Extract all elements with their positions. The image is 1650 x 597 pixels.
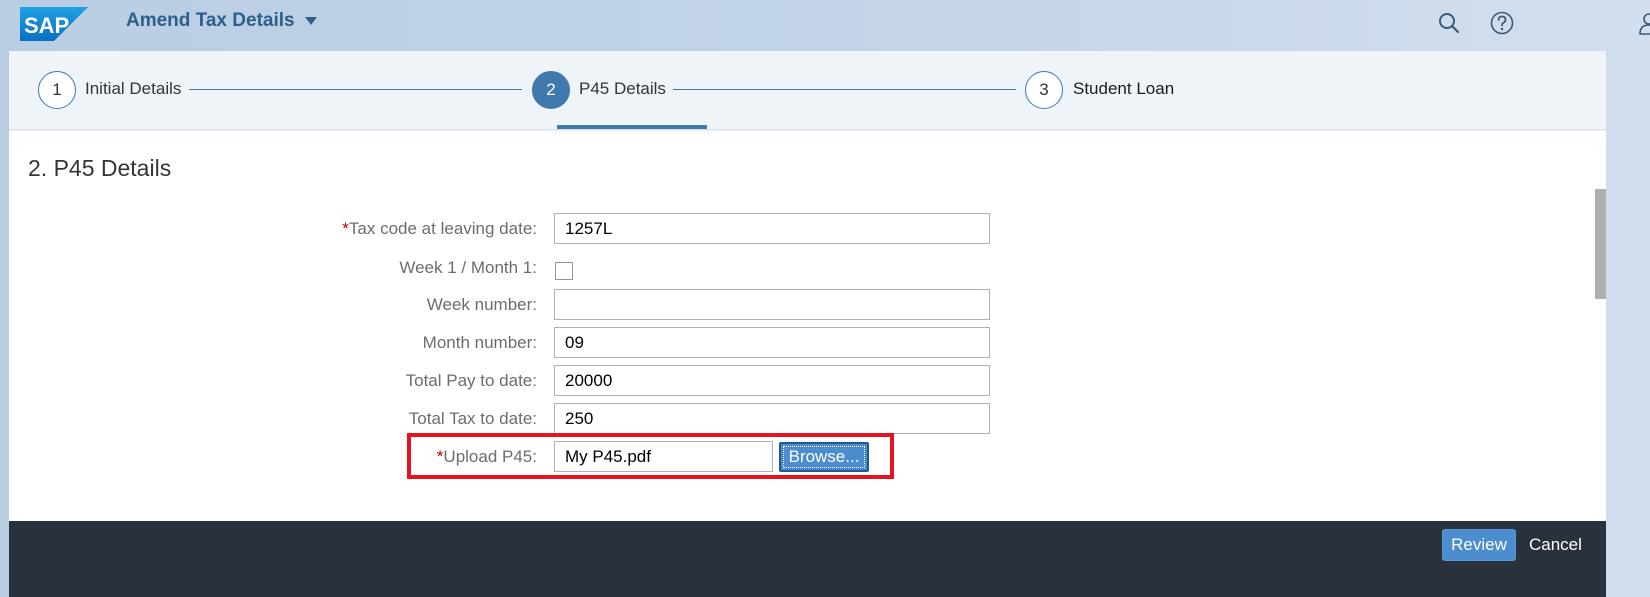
week1-month1-label: Week 1 / Month 1:: [399, 258, 537, 277]
step-1-circle[interactable]: 1: [38, 71, 76, 109]
total-tax-label: Total Tax to date:: [408, 409, 537, 428]
step-connector-1: [189, 89, 522, 90]
week-number-input[interactable]: [554, 289, 990, 320]
cancel-button[interactable]: Cancel: [1523, 529, 1588, 561]
scrollbar-thumb[interactable]: [1595, 189, 1606, 299]
step-2-label[interactable]: P45 Details: [579, 79, 666, 99]
step-2-circle[interactable]: 2: [532, 71, 570, 109]
total-tax-input[interactable]: 250: [554, 403, 990, 434]
wizard-progress-bar: 1 Initial Details 2 P45 Details 3 Studen…: [9, 51, 1606, 130]
week1-month1-checkbox[interactable]: [555, 262, 573, 280]
total-pay-label: Total Pay to date:: [405, 371, 537, 390]
search-icon[interactable]: [1436, 10, 1462, 36]
sap-logo[interactable]: SAP: [20, 7, 88, 41]
step-1-label[interactable]: Initial Details: [85, 79, 181, 99]
required-marker: *: [342, 219, 349, 238]
step-connector-2: [673, 89, 1016, 90]
active-step-indicator: [557, 125, 707, 129]
total-pay-input[interactable]: 20000: [554, 365, 990, 396]
shell-bar: SAP Amend Tax Details: [0, 0, 1650, 48]
app-title: Amend Tax Details: [126, 10, 295, 31]
section-title: 2. P45 Details: [28, 155, 172, 181]
step-3-circle[interactable]: 3: [1025, 71, 1063, 109]
highlight-box: [407, 433, 894, 479]
week-number-label: Week number:: [426, 295, 537, 314]
step-3-label[interactable]: Student Loan: [1073, 79, 1174, 99]
tax-code-label: *Tax code at leaving date:: [342, 219, 537, 238]
caret-down-icon: [304, 17, 317, 25]
tax-code-input[interactable]: 1257L: [554, 213, 990, 244]
month-number-input[interactable]: 09: [554, 327, 990, 358]
user-icon[interactable]: [1636, 10, 1650, 36]
review-button[interactable]: Review: [1442, 529, 1516, 561]
svg-text:SAP: SAP: [24, 13, 69, 38]
help-icon[interactable]: [1489, 10, 1515, 36]
month-number-label: Month number:: [422, 333, 537, 352]
footer-toolbar: Review Cancel: [9, 521, 1606, 597]
app-title-menu[interactable]: Amend Tax Details: [126, 10, 317, 32]
page-content: 1 Initial Details 2 P45 Details 3 Studen…: [9, 51, 1606, 597]
